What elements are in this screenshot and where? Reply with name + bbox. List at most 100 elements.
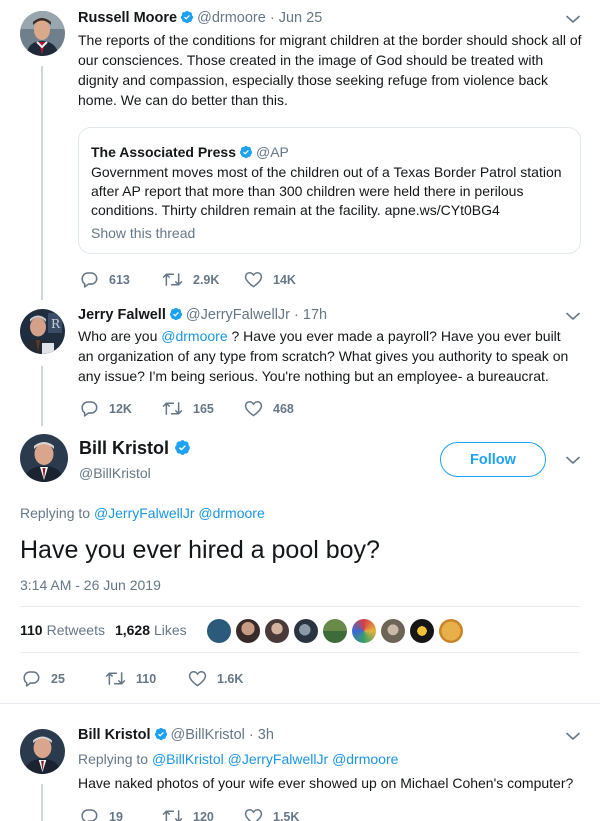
mention-link[interactable]: @drmoore xyxy=(198,505,264,521)
like-button[interactable]: 468 xyxy=(244,400,326,417)
liker-avatar[interactable] xyxy=(207,619,231,643)
like-button[interactable]: 1.6K xyxy=(188,670,271,687)
avatar[interactable] xyxy=(20,11,65,56)
likes-stat[interactable]: 1,628 Likes xyxy=(115,622,187,638)
avatar[interactable] xyxy=(20,729,65,774)
retweet-icon xyxy=(162,271,183,288)
chevron-down-icon[interactable] xyxy=(566,732,580,741)
avatar[interactable]: R xyxy=(20,309,65,354)
author-name[interactable]: Russell Moore xyxy=(78,10,177,26)
tweet-time[interactable]: 3h xyxy=(258,727,274,743)
replying-to: Replying to @BillKristol @JerryFalwellJr… xyxy=(78,749,583,769)
tweet-header: Bill Kristol @BillKristol · 3h xyxy=(78,727,274,743)
author-handle[interactable]: @BillKristol xyxy=(171,727,245,743)
header-separator: · xyxy=(265,10,279,26)
retweet-icon xyxy=(162,400,183,417)
liker-avatar[interactable] xyxy=(236,619,260,643)
tweet-text: The reports of the conditions for migran… xyxy=(78,32,582,108)
mention-link[interactable]: @drmoore xyxy=(161,328,227,344)
retweet-button[interactable]: 2.9K xyxy=(162,271,244,288)
replying-to-label: Replying to xyxy=(20,505,91,521)
divider xyxy=(0,703,600,704)
retweet-icon xyxy=(162,808,183,821)
retweet-icon xyxy=(105,670,126,687)
author-name-text[interactable]: Bill Kristol xyxy=(79,438,169,458)
author-name: Bill Kristol xyxy=(79,438,191,459)
reply-button[interactable]: 25 xyxy=(22,669,105,688)
tweet-text: Who are you @drmoore ? Have you ever mad… xyxy=(78,326,578,386)
like-icon xyxy=(188,670,207,687)
retweet-count: 165 xyxy=(193,401,214,416)
reply-icon xyxy=(22,669,41,688)
liker-avatars xyxy=(207,619,468,643)
tweet-actions: 19 120 1.5K xyxy=(80,807,326,821)
tweet-header: Jerry Falwell @JerryFalwellJr · 17h xyxy=(78,307,327,323)
likes-stat-count: 1,628 xyxy=(114,622,150,638)
liker-avatar[interactable] xyxy=(410,619,434,643)
retweet-button[interactable]: 110 xyxy=(105,670,188,687)
verified-badge-icon xyxy=(169,307,183,321)
quoted-author-name: The Associated Press xyxy=(91,144,236,160)
chevron-down-icon[interactable] xyxy=(566,15,580,24)
mention-link[interactable]: @drmoore xyxy=(332,751,398,767)
reply-button[interactable]: 12K xyxy=(80,399,162,418)
avatar[interactable] xyxy=(20,434,68,482)
mention-link[interactable]: @JerryFalwellJr xyxy=(228,751,329,767)
liker-avatar[interactable] xyxy=(352,619,376,643)
quoted-author-handle: @AP xyxy=(256,144,289,160)
reply-count: 25 xyxy=(51,671,65,686)
author-name[interactable]: Bill Kristol xyxy=(78,727,151,743)
liker-avatar[interactable] xyxy=(294,619,318,643)
reply-icon xyxy=(80,807,99,821)
retweet-button[interactable]: 120 xyxy=(162,808,244,821)
reply-icon xyxy=(80,399,99,418)
author-name[interactable]: Jerry Falwell xyxy=(78,307,166,323)
reply-button[interactable]: 613 xyxy=(80,270,162,289)
tweet-actions: 613 2.9K 14K xyxy=(80,270,326,289)
retweet-count: 120 xyxy=(193,809,214,821)
tweet-time[interactable]: Jun 25 xyxy=(279,10,323,26)
retweets-stat-label: Retweets xyxy=(46,622,105,638)
like-button[interactable]: 14K xyxy=(244,271,326,288)
chevron-down-icon[interactable] xyxy=(566,456,580,465)
mention-link[interactable]: @BillKristol xyxy=(152,751,224,767)
retweets-stat[interactable]: 110 Retweets xyxy=(20,622,105,638)
svg-text:R: R xyxy=(51,317,61,331)
liker-avatar[interactable] xyxy=(323,619,347,643)
show-thread-link[interactable]: Show this thread xyxy=(91,225,195,241)
quoted-tweet-header: The Associated Press @AP xyxy=(91,144,289,160)
reply-count: 613 xyxy=(109,272,130,287)
like-count: 1.5K xyxy=(273,809,300,821)
quoted-tweet-card[interactable]: The Associated Press @AP Government moves… xyxy=(78,127,581,254)
thread-connector xyxy=(41,784,43,821)
thread-connector xyxy=(41,66,43,300)
like-button[interactable]: 1.5K xyxy=(244,808,326,821)
reply-button[interactable]: 19 xyxy=(80,807,162,821)
author-handle[interactable]: @BillKristol xyxy=(79,465,151,481)
tweet-text: Have you ever hired a pool boy? xyxy=(20,536,380,564)
follow-button[interactable]: Follow xyxy=(440,442,546,477)
tweet-actions: 25 110 1.6K xyxy=(22,669,271,688)
mention-link[interactable]: @JerryFalwellJr xyxy=(94,505,195,521)
chevron-down-icon[interactable] xyxy=(566,312,580,321)
liker-avatar[interactable] xyxy=(381,619,405,643)
liker-avatar[interactable] xyxy=(439,619,463,643)
likes-stat-label: Likes xyxy=(154,622,187,638)
engagement-stats: 110 Retweets 1,628 Likes xyxy=(20,622,187,638)
like-count: 14K xyxy=(273,272,296,287)
author-handle[interactable]: @JerryFalwellJr xyxy=(186,307,290,323)
like-count: 468 xyxy=(273,401,294,416)
tweet-text: Have naked photos of your wife ever show… xyxy=(78,775,574,791)
retweet-button[interactable]: 165 xyxy=(162,400,244,417)
tweet-timestamp[interactable]: 3:14 AM - 26 Jun 2019 xyxy=(20,577,161,593)
like-icon xyxy=(244,271,263,288)
liker-avatar[interactable] xyxy=(265,619,289,643)
like-count: 1.6K xyxy=(217,671,244,686)
retweet-count: 2.9K xyxy=(193,272,220,287)
tweet-time[interactable]: 17h xyxy=(303,307,327,323)
author-handle[interactable]: @drmoore xyxy=(197,10,266,26)
thread-connector xyxy=(41,366,43,426)
divider xyxy=(20,652,580,653)
reply-count: 19 xyxy=(109,809,123,821)
header-separator: · xyxy=(244,727,258,743)
